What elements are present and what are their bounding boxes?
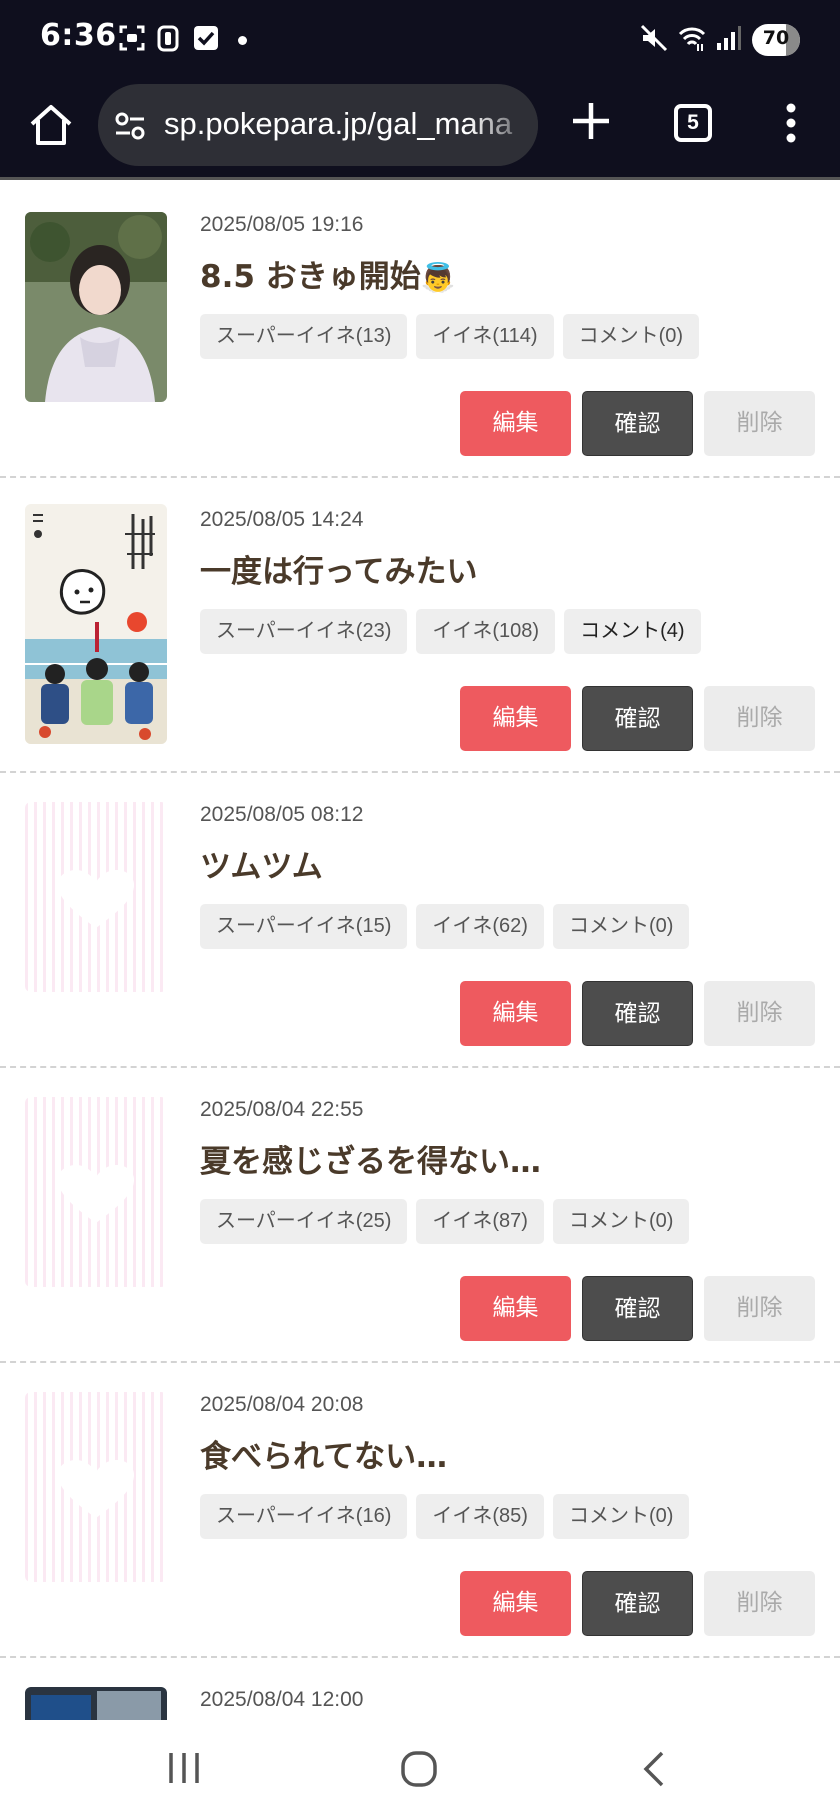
- screenshot-icon: [119, 25, 145, 51]
- comment-count[interactable]: コメント(0): [552, 904, 690, 949]
- super-like-count[interactable]: スーパーイイネ(23): [200, 609, 408, 654]
- edit-button[interactable]: 編集: [460, 391, 571, 456]
- post-actions: 編集 確認 削除: [460, 1571, 815, 1636]
- site-settings-icon[interactable]: [114, 110, 146, 142]
- like-count[interactable]: イイネ(87): [416, 1199, 544, 1244]
- post-actions: 編集 確認 削除: [460, 391, 815, 456]
- edit-button[interactable]: 編集: [460, 1276, 571, 1341]
- post-title[interactable]: 夏を感じざるを得ない…: [200, 1136, 541, 1181]
- browser-toolbar: sp.pokepara.jp/gal_mana 5: [0, 80, 840, 180]
- post-title[interactable]: 食べられてない…: [200, 1431, 447, 1476]
- clipboard-icon: [157, 25, 179, 52]
- post-date: 2025/08/04 20:08: [200, 1393, 364, 1416]
- delete-button[interactable]: 削除: [704, 1276, 815, 1341]
- post-stats: スーパーイイネ(15) イイネ(62) コメント(0): [200, 904, 690, 949]
- post-item: 2025/08/04 20:08 食べられてない… スーパーイイネ(16) イイ…: [0, 1363, 840, 1658]
- post-date: 2025/08/05 14:24: [200, 508, 364, 531]
- post-title-text: 8.5 おきゅ開始: [200, 259, 421, 295]
- notification-dot-icon: [238, 36, 247, 45]
- post-thumbnail[interactable]: [25, 212, 167, 402]
- post-actions: 編集 確認 削除: [460, 686, 815, 751]
- more-menu-icon[interactable]: [776, 100, 806, 146]
- delete-button[interactable]: 削除: [704, 391, 815, 456]
- signal-icon: [717, 26, 741, 50]
- back-icon[interactable]: [640, 1750, 670, 1788]
- post-actions: 編集 確認 削除: [460, 981, 815, 1046]
- heart-placeholder-icon: [58, 1165, 134, 1223]
- super-like-count[interactable]: スーパーイイネ(16): [200, 1494, 408, 1539]
- checkbox-icon: [194, 26, 218, 50]
- edit-button[interactable]: 編集: [460, 981, 571, 1046]
- post-list: 2025/08/05 19:16 8.5 おきゅ開始👼 スーパーイイネ(13) …: [0, 183, 840, 1778]
- super-like-count[interactable]: スーパーイイネ(25): [200, 1199, 408, 1244]
- post-stats: スーパーイイネ(13) イイネ(114) コメント(0): [200, 314, 700, 359]
- comment-count[interactable]: コメント(0): [552, 1199, 690, 1244]
- post-date: 2025/08/05 19:16: [200, 213, 364, 236]
- recents-icon[interactable]: [166, 1750, 202, 1786]
- battery-indicator: 70: [752, 24, 800, 56]
- comment-count[interactable]: コメント(0): [562, 314, 700, 359]
- heart-placeholder-icon: [58, 1460, 134, 1518]
- edit-button[interactable]: 編集: [460, 686, 571, 751]
- super-like-count[interactable]: スーパーイイネ(13): [200, 314, 408, 359]
- mute-icon: [640, 24, 668, 52]
- confirm-button[interactable]: 確認: [582, 981, 693, 1046]
- confirm-button[interactable]: 確認: [582, 686, 693, 751]
- post-item: 2025/08/05 08:12 ツムツム スーパーイイネ(15) イイネ(62…: [0, 773, 840, 1068]
- tab-switcher-button[interactable]: 5: [674, 104, 712, 142]
- heart-placeholder-icon: [58, 870, 134, 928]
- post-title[interactable]: ツムツム: [200, 841, 323, 886]
- confirm-button[interactable]: 確認: [582, 391, 693, 456]
- wifi-icon: [678, 27, 706, 51]
- system-nav-bar: [0, 1720, 840, 1820]
- post-item: 2025/08/05 14:24 一度は行ってみたい スーパーイイネ(23) イ…: [0, 478, 840, 773]
- post-thumbnail[interactable]: [25, 802, 167, 992]
- post-date: 2025/08/05 08:12: [200, 803, 364, 826]
- delete-button[interactable]: 削除: [704, 686, 815, 751]
- post-thumbnail[interactable]: [25, 504, 167, 744]
- like-count[interactable]: イイネ(114): [416, 314, 554, 359]
- battery-level: 70: [762, 27, 790, 49]
- post-actions: 編集 確認 削除: [460, 1276, 815, 1341]
- like-count[interactable]: イイネ(108): [416, 609, 556, 654]
- status-time: 6:36: [40, 18, 117, 53]
- angel-emoji-icon: 👼: [420, 261, 456, 294]
- like-count[interactable]: イイネ(85): [416, 1494, 544, 1539]
- post-date: 2025/08/04 12:00: [200, 1688, 364, 1711]
- delete-button[interactable]: 削除: [704, 981, 815, 1046]
- home-icon[interactable]: [26, 100, 76, 150]
- post-stats: スーパーイイネ(25) イイネ(87) コメント(0): [200, 1199, 690, 1244]
- post-stats: スーパーイイネ(23) イイネ(108) コメント(4): [200, 609, 701, 654]
- status-bar: 6:36 70: [0, 0, 840, 80]
- home-circle-icon[interactable]: [400, 1750, 438, 1788]
- address-bar[interactable]: sp.pokepara.jp/gal_mana: [98, 84, 538, 166]
- delete-button[interactable]: 削除: [704, 1571, 815, 1636]
- comment-count[interactable]: コメント(0): [552, 1494, 690, 1539]
- super-like-count[interactable]: スーパーイイネ(15): [200, 904, 408, 949]
- post-thumbnail[interactable]: [25, 1097, 167, 1287]
- post-title[interactable]: 8.5 おきゅ開始👼: [200, 251, 456, 296]
- post-stats: スーパーイイネ(16) イイネ(85) コメント(0): [200, 1494, 690, 1539]
- confirm-button[interactable]: 確認: [582, 1276, 693, 1341]
- post-item: 2025/08/04 22:55 夏を感じざるを得ない… スーパーイイネ(25)…: [0, 1068, 840, 1363]
- post-item: 2025/08/05 19:16 8.5 おきゅ開始👼 スーパーイイネ(13) …: [0, 183, 840, 478]
- like-count[interactable]: イイネ(62): [416, 904, 544, 949]
- comment-count[interactable]: コメント(4): [564, 609, 701, 654]
- url-text: sp.pokepara.jp/gal_mana: [164, 106, 513, 141]
- confirm-button[interactable]: 確認: [582, 1571, 693, 1636]
- edit-button[interactable]: 編集: [460, 1571, 571, 1636]
- post-date: 2025/08/04 22:55: [200, 1098, 364, 1121]
- post-title[interactable]: 一度は行ってみたい: [200, 546, 477, 591]
- post-thumbnail[interactable]: [25, 1392, 167, 1582]
- new-tab-icon[interactable]: [570, 100, 612, 142]
